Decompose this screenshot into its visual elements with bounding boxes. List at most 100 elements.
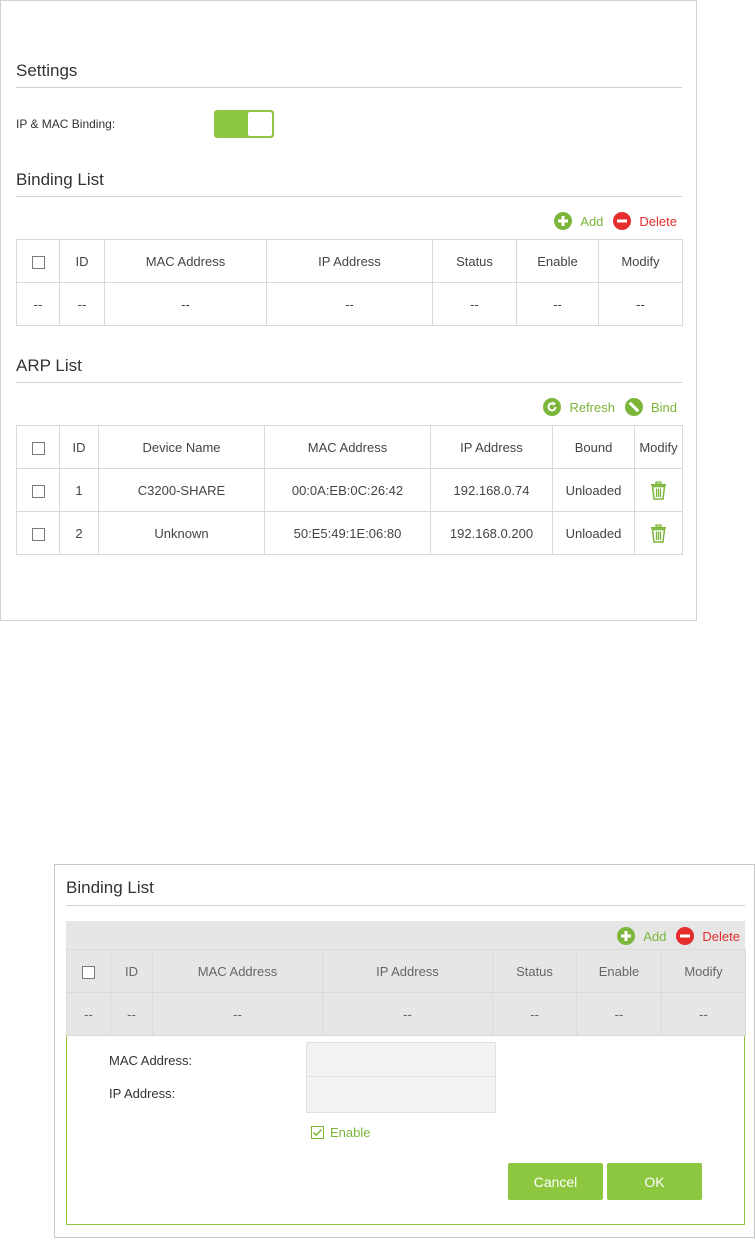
table-cell: 00:0A:EB:0C:26:42 [264,468,431,512]
select-all-cell [16,239,60,283]
binding-dialog-table: ID MAC Address IP Address Status Enable … [66,949,746,1036]
delete-button[interactable]: Delete [613,212,677,230]
select-all-cell [66,949,111,993]
column-header: Device Name [98,425,265,469]
binding-list-table: ID MAC Address IP Address Status Enable … [16,239,683,326]
settings-title: Settings [16,61,78,80]
column-header: ID [110,949,153,993]
table-cell: -- [492,992,577,1036]
table-row: -- -- -- -- -- -- -- [66,992,746,1036]
modify-cell [634,468,683,512]
ip-address-input[interactable] [306,1076,496,1113]
ip-address-label: IP Address: [109,1086,176,1101]
column-header: Enable [576,949,662,993]
table-cell: -- [59,282,105,326]
column-header: IP Address [322,949,493,993]
binding-dialog-title: Binding List [66,878,154,897]
delete-icon [613,212,632,230]
bind-button[interactable]: Bind [624,398,677,416]
row-select-cell [16,511,60,555]
row-checkbox[interactable] [31,527,45,541]
bind-icon [624,398,643,416]
trash-icon[interactable] [650,480,667,500]
enable-checkbox[interactable]: Enable [311,1125,370,1140]
table-header-row: ID Device Name MAC Address IP Address Bo… [16,425,683,469]
table-cell: Unloaded [552,468,635,512]
column-header: Bound [552,425,635,469]
table-cell: -- [110,992,153,1036]
binding-dialog-panel: Binding List Add Delete ID MAC Address I… [54,864,755,1238]
table-cell: -- [322,992,493,1036]
table-cell: -- [104,282,267,326]
select-all-cell [16,425,60,469]
select-all-checkbox[interactable] [31,441,45,455]
modify-cell [634,511,683,555]
refresh-icon [543,398,562,416]
table-cell: 192.168.0.200 [430,511,553,555]
column-header: IP Address [430,425,553,469]
mac-address-label: MAC Address: [109,1053,193,1068]
enable-label: Enable [330,1125,371,1140]
mac-address-input[interactable] [306,1042,496,1079]
dialog-actions: Add Delete [617,927,740,945]
table-cell: 2 [59,511,99,555]
table-row: -- -- -- -- -- -- -- [16,282,683,326]
table-cell: -- [576,992,662,1036]
add-label: Add [580,213,604,229]
add-button[interactable]: Add [554,212,603,230]
arp-list-title: ARP List [16,356,82,375]
binding-list-title: Binding List [16,170,104,189]
column-header: Modify [661,949,746,993]
table-cell: C3200-SHARE [98,468,265,512]
toggle-knob [248,112,272,136]
ip-mac-binding-toggle[interactable] [214,110,274,138]
table-cell: Unknown [98,511,265,555]
add-label: Add [643,928,667,944]
refresh-label: Refresh [569,399,615,415]
table-cell: -- [516,282,599,326]
column-header: Status [432,239,517,283]
binding-dialog-divider [66,905,745,906]
binding-list-divider [16,196,682,197]
check-icon [311,1126,324,1139]
trash-icon[interactable] [650,523,667,543]
table-header-row: ID MAC Address IP Address Status Enable … [66,949,746,993]
cancel-button[interactable]: Cancel [508,1163,603,1200]
settings-divider [16,87,682,88]
binding-list-actions: Add Delete [554,212,677,230]
select-all-checkbox[interactable] [31,255,45,269]
table-header-row: ID MAC Address IP Address Status Enable … [16,239,683,283]
arp-list-actions: Refresh Bind [543,398,677,416]
column-header: Enable [516,239,599,283]
add-binding-form: MAC Address: IP Address: Enable Cancel O… [66,1036,745,1225]
column-header: IP Address [266,239,433,283]
table-row: 2 Unknown 50:E5:49:1E:06:80 192.168.0.20… [16,511,683,555]
column-header: Modify [634,425,683,469]
column-header: MAC Address [104,239,267,283]
table-cell: -- [16,282,60,326]
ok-button[interactable]: OK [607,1163,702,1200]
row-select-cell [16,468,60,512]
table-cell: -- [66,992,111,1036]
table-cell: 192.168.0.74 [430,468,553,512]
refresh-button[interactable]: Refresh [543,398,615,416]
table-cell: -- [266,282,433,326]
row-checkbox[interactable] [31,484,45,498]
add-icon [617,927,636,945]
table-cell: -- [432,282,517,326]
delete-button[interactable]: Delete [676,927,740,945]
ip-mac-binding-label: IP & MAC Binding: [16,117,116,131]
table-cell: Unloaded [552,511,635,555]
arp-list-divider [16,382,682,383]
delete-label: Delete [702,928,740,944]
arp-list-table: ID Device Name MAC Address IP Address Bo… [16,425,683,555]
column-header: MAC Address [264,425,431,469]
select-all-checkbox[interactable] [82,965,95,979]
column-header: ID [59,425,99,469]
table-cell: 50:E5:49:1E:06:80 [264,511,431,555]
bind-label: Bind [650,399,677,415]
add-button[interactable]: Add [617,927,666,945]
delete-icon [676,927,695,945]
column-header: MAC Address [152,949,323,993]
table-cell: -- [598,282,683,326]
